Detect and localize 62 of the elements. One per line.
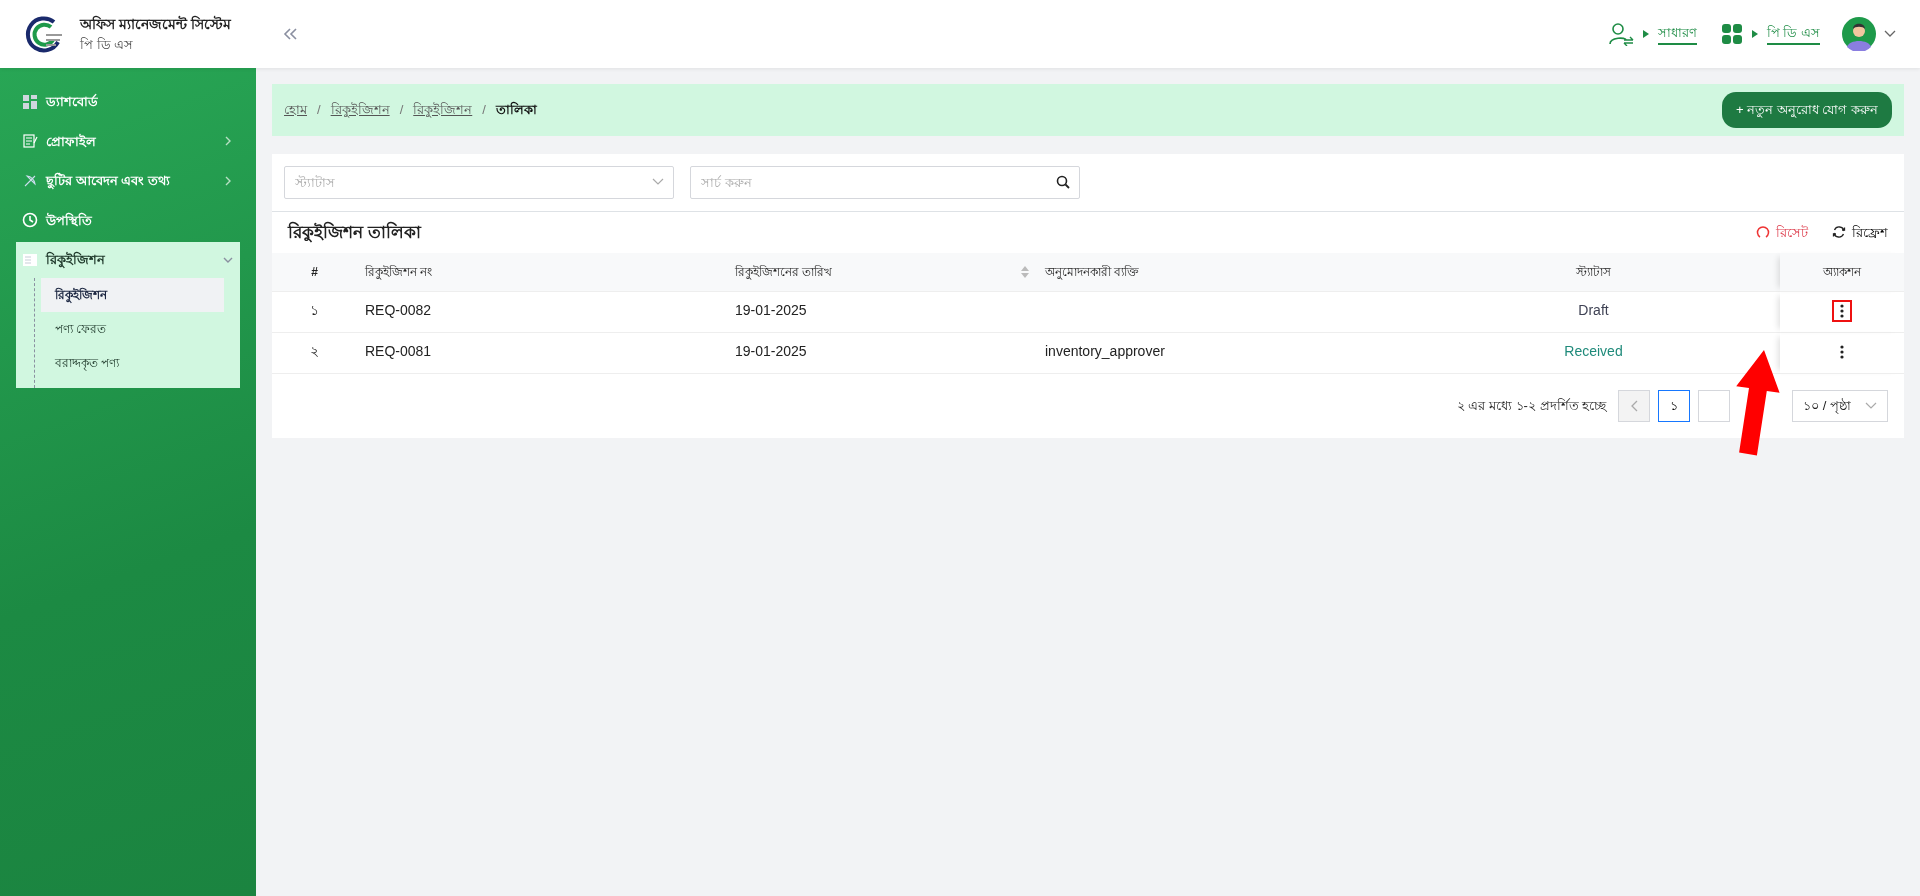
chevron-down-icon [652, 178, 664, 186]
sidebar-item[interactable]: ছুটির আবেদন এবং তথ্য [16, 163, 240, 199]
sidebar-subitem[interactable]: পণ্য ফেরত [41, 311, 224, 346]
status-select[interactable]: স্ট্যাটাস [284, 165, 674, 199]
column-header: # [272, 253, 357, 292]
clock-icon [22, 212, 38, 229]
more-options-button[interactable] [1832, 300, 1852, 322]
kebab-icon [1840, 304, 1844, 318]
column-header: রিকুইজিশনের তারিখ [727, 253, 1037, 292]
sidebar-item[interactable]: রিকুইজিশন [16, 242, 240, 278]
table-cell: 19-01-2025 [727, 292, 1037, 333]
reset-icon [1756, 225, 1770, 240]
table-cell: ২ [272, 333, 357, 374]
sidebar-subitem[interactable]: রিকুইজিশন [41, 277, 224, 312]
user-switch-icon[interactable] [1607, 22, 1634, 46]
table-cell: ১ [272, 292, 357, 333]
search-icon[interactable] [1056, 175, 1070, 189]
chevron-left-icon [1630, 400, 1639, 412]
breadcrumb-link[interactable]: রিকুইজিশন [413, 100, 473, 120]
sidebar-subitem[interactable]: বরাদ্দকৃত পণ্য [41, 345, 224, 380]
table-cell: REQ-0082 [357, 292, 727, 333]
caret-icon [1750, 29, 1759, 39]
breadcrumb-separator: / [399, 101, 404, 119]
notes-icon [22, 133, 38, 150]
table-title: রিকুইজিশন তালিকা [288, 220, 421, 245]
reset-button[interactable]: রিসেট [1756, 222, 1808, 242]
add-request-button[interactable]: + নতুন অনুরোধ যোগ করুন [1721, 92, 1892, 128]
table-cell: REQ-0081 [357, 333, 727, 374]
breadcrumb-link[interactable]: রিকুইজিশন [330, 100, 390, 120]
app-title: অফিস ম্যানেজমেন্ট সিস্টেম [80, 14, 231, 34]
breadcrumb-separator: / [317, 101, 321, 119]
breadcrumb-current: তালিকা [495, 100, 537, 119]
page-button[interactable]: ১ [1658, 390, 1691, 422]
refresh-button[interactable]: রিফ্রেশ [1832, 222, 1888, 242]
pagination-summary: ২ এর মধ্যে ১-২ প্রদর্শিত হচ্ছে [1456, 397, 1607, 416]
search-field[interactable]: সার্চ করুন [690, 165, 1080, 199]
table-cell: inventory_approver [1037, 333, 1407, 374]
chevron-down-icon [1865, 402, 1877, 410]
column-header: অ্যাকশন [1780, 253, 1904, 292]
refresh-icon [1832, 225, 1846, 240]
chevron-down-icon[interactable] [1884, 30, 1896, 38]
document-icon [22, 251, 38, 268]
page-size-select[interactable]: ১০ / পৃষ্ঠা [1792, 390, 1888, 422]
table-cell: 19-01-2025 [727, 333, 1037, 374]
kebab-icon [1840, 345, 1844, 359]
module-link[interactable]: পি ডি এস [1766, 23, 1820, 45]
role-link[interactable]: সাধারণ [1657, 23, 1697, 45]
sidebar-item[interactable]: উপস্থিতি [16, 202, 240, 238]
status-text: Draft [1407, 292, 1780, 333]
umbrella-icon [22, 172, 38, 189]
caret-icon [1641, 29, 1650, 39]
column-header: রিকুইজিশন নং [357, 253, 727, 292]
column-header: স্ট্যাটাস [1407, 253, 1780, 292]
logo-icon [24, 14, 64, 54]
column-header: অনুমোদনকারী ব্যক্তি [1037, 253, 1407, 292]
dashboard-icon [22, 93, 38, 110]
collapse-icon[interactable] [282, 27, 298, 41]
app-subtitle: পি ডি এস [80, 35, 135, 54]
avatar[interactable] [1842, 17, 1876, 51]
apps-icon[interactable] [1720, 23, 1743, 45]
breadcrumb-separator: / [482, 101, 486, 119]
breadcrumb-link[interactable]: হোম [284, 100, 307, 120]
